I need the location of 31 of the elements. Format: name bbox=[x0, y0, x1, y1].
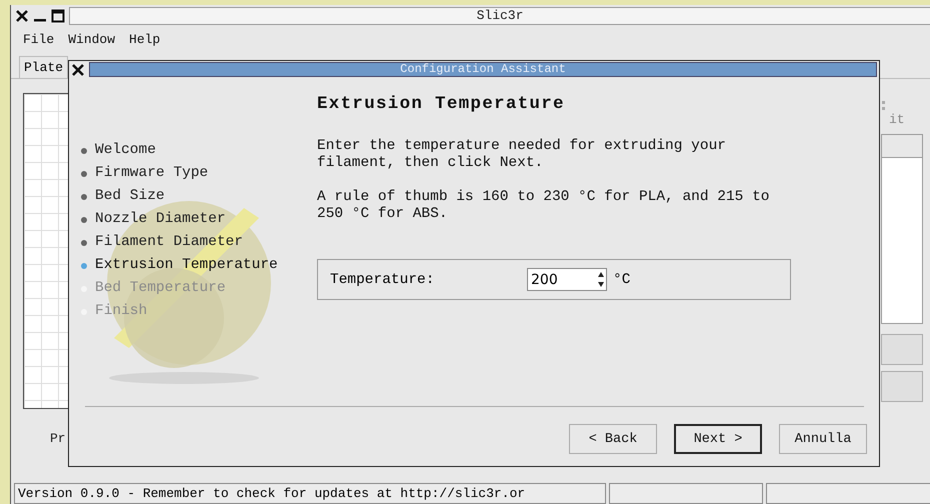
dialog-button[interactable]: Next > bbox=[674, 424, 762, 454]
list-box[interactable] bbox=[881, 134, 923, 324]
spin-field[interactable]: 200 bbox=[527, 268, 607, 291]
step-label: Filament Diameter bbox=[95, 234, 243, 251]
close-icon[interactable] bbox=[71, 62, 85, 76]
maximize-icon[interactable] bbox=[51, 9, 65, 23]
dots-icon bbox=[881, 100, 886, 112]
toolbar-label: it bbox=[888, 112, 905, 127]
menu-item[interactable]: Window bbox=[68, 32, 116, 47]
field-label: Temperature: bbox=[330, 272, 436, 288]
page-heading: Extrusion Temperature bbox=[317, 94, 566, 114]
menu-item[interactable]: Help bbox=[129, 32, 160, 47]
dialog-button[interactable]: < Back bbox=[569, 424, 657, 454]
step-label: Extrusion Temperature bbox=[95, 257, 278, 274]
dialog-button[interactable]: Annulla bbox=[779, 424, 867, 454]
step-label: Firmware Type bbox=[95, 165, 208, 182]
instruction-text: Enter the temperature needed for extruding your filament, then click Next. bbox=[317, 138, 727, 172]
step-label: Bed Size bbox=[95, 188, 165, 205]
step-label: Nozzle Diameter bbox=[95, 211, 226, 228]
panel-label: Pr bbox=[49, 431, 67, 446]
menu-item[interactable]: File bbox=[23, 32, 54, 47]
dialog-title: Configuration Assistant bbox=[89, 62, 877, 77]
tab[interactable]: Plate bbox=[19, 56, 68, 78]
status-message: Version 0.9.0 - Remember to check for updates at http://slic3r.or bbox=[14, 483, 606, 504]
close-icon[interactable] bbox=[15, 9, 29, 23]
step-label: Welcome bbox=[95, 142, 156, 159]
unit-label: °C bbox=[613, 272, 630, 288]
step-label: Bed Temperature bbox=[95, 280, 226, 297]
window-title: Slic3r bbox=[69, 7, 930, 25]
instruction-text: A rule of thumb is 160 to 230 °C for PLA, and 215 to 250 °C for ABS. bbox=[317, 189, 770, 223]
step-label: Finish bbox=[95, 303, 148, 320]
